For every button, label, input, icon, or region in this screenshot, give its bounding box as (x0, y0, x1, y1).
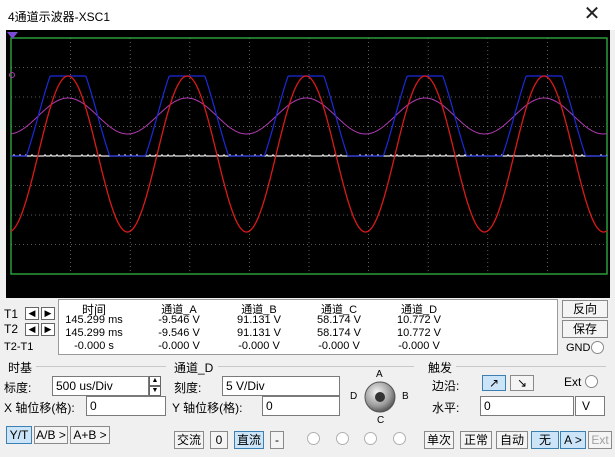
channel-radio-2[interactable] (336, 432, 349, 445)
t1-channel-c: 58.174 V (316, 314, 362, 326)
title-bar: 4通道示波器-XSC1 ✕ (0, 0, 615, 30)
channel-b-trace (11, 75, 607, 157)
minus-coupling-button[interactable]: - (270, 431, 284, 449)
ab-mode-button[interactable]: A/B > (34, 426, 68, 444)
window-title: 4通道示波器-XSC1 (8, 10, 111, 24)
timebase-divider (36, 366, 166, 367)
channel-radio-3[interactable] (364, 432, 377, 445)
level-label: 水平: (432, 401, 460, 415)
t2-channel-c: 58.174 V (316, 327, 362, 339)
knob-label-a: A (376, 369, 383, 380)
channel-scale-field[interactable]: 5 V/Div (222, 376, 340, 396)
a-plus-b-mode-button[interactable]: A+B > (70, 426, 110, 444)
timebase-scale-label: 标度: (4, 381, 32, 395)
gnd-radio[interactable] (591, 341, 604, 354)
t2-left-arrow-icon[interactable]: ◀ (25, 323, 39, 336)
t2-channel-a: -9.546 V (158, 327, 200, 339)
level-unit-field[interactable]: V (575, 396, 605, 416)
source-a-button[interactable]: A > (560, 431, 586, 449)
timebase-spin-up-icon[interactable]: ▲ (149, 376, 161, 386)
single-mode-button[interactable]: 单次 (424, 431, 454, 449)
t1-right-arrow-icon[interactable]: ▶ (41, 307, 55, 320)
channel-knob-icon[interactable] (362, 380, 398, 414)
t2-right-arrow-icon[interactable]: ▶ (41, 323, 55, 336)
t2-channel-b: 91.131 V (236, 327, 282, 339)
channel-radio-4[interactable] (393, 432, 406, 445)
y-offset-field[interactable]: 0 (262, 396, 340, 416)
reverse-button[interactable]: 反向 (562, 300, 608, 318)
falling-edge-icon[interactable]: ↘ (510, 375, 534, 391)
y-offset-label: Y 轴位移(格): (172, 401, 243, 415)
t2t1-label: T2-T1 (4, 341, 34, 353)
gnd-label: GND (566, 342, 591, 354)
t1-channel-a: -9.546 V (158, 314, 200, 326)
x-offset-label: X 轴位移(格): (4, 401, 75, 415)
timebase-spin-down-icon[interactable]: ▼ (149, 386, 161, 396)
t1-time: 145.299 ms (65, 314, 123, 326)
timebase-group-label: 时基 (8, 361, 33, 375)
source-ext-button[interactable]: Ext (588, 431, 612, 449)
diff-channel-b: -0.000 V (238, 340, 280, 352)
zero-coupling-button[interactable]: 0 (210, 431, 228, 449)
t2-channel-d: 10.772 V (396, 327, 442, 339)
dc-coupling-button[interactable]: 直流 (234, 431, 264, 449)
t1-label: T1 (4, 307, 19, 321)
close-icon[interactable]: ✕ (575, 2, 609, 26)
ac-coupling-button[interactable]: 交流 (174, 431, 204, 449)
diff-channel-d: -0.000 V (398, 340, 440, 352)
x-offset-field[interactable]: 0 (86, 396, 166, 416)
oscilloscope-screen (6, 30, 610, 298)
edge-label: 边沿: (432, 379, 460, 393)
channel-radio-1[interactable] (307, 432, 320, 445)
diff-time: -0.000 s (74, 340, 114, 352)
level-field[interactable]: 0 (480, 396, 574, 416)
rising-edge-icon[interactable]: ↗ (482, 375, 506, 391)
cursor-readout-table: 时间 通道_A 通道_B 通道_C 通道_D 145.299 ms -9.546… (58, 299, 558, 355)
none-mode-button[interactable]: 无 (531, 431, 559, 449)
t2-label: T2 (4, 322, 19, 336)
auto-mode-button[interactable]: 自动 (496, 431, 528, 449)
channel-group-label: 通道_D (174, 361, 214, 375)
trigger-divider (456, 366, 606, 367)
yt-mode-button[interactable]: Y/T (6, 426, 32, 444)
t1-channel-b: 91.131 V (236, 314, 282, 326)
t2-time: 145.299 ms (65, 327, 123, 339)
waveform-display (7, 32, 608, 275)
channel-divider (218, 366, 414, 367)
diff-channel-c: -0.000 V (318, 340, 360, 352)
save-button[interactable]: 保存 (562, 320, 608, 338)
knob-label-b: B (402, 391, 409, 402)
channel-scale-label: 刻度: (174, 381, 202, 395)
ext-label: Ext (564, 375, 582, 389)
ext-radio[interactable] (585, 375, 598, 388)
trigger-group-label: 触发 (428, 361, 453, 375)
normal-mode-button[interactable]: 正常 (460, 431, 492, 449)
diff-channel-a: -0.000 V (158, 340, 200, 352)
knob-label-d: D (350, 391, 358, 402)
knob-label-c: C (377, 415, 385, 426)
t1-channel-d: 10.772 V (396, 314, 442, 326)
timebase-scale-field[interactable]: 500 us/Div (52, 376, 149, 396)
t1-left-arrow-icon[interactable]: ◀ (25, 307, 39, 320)
